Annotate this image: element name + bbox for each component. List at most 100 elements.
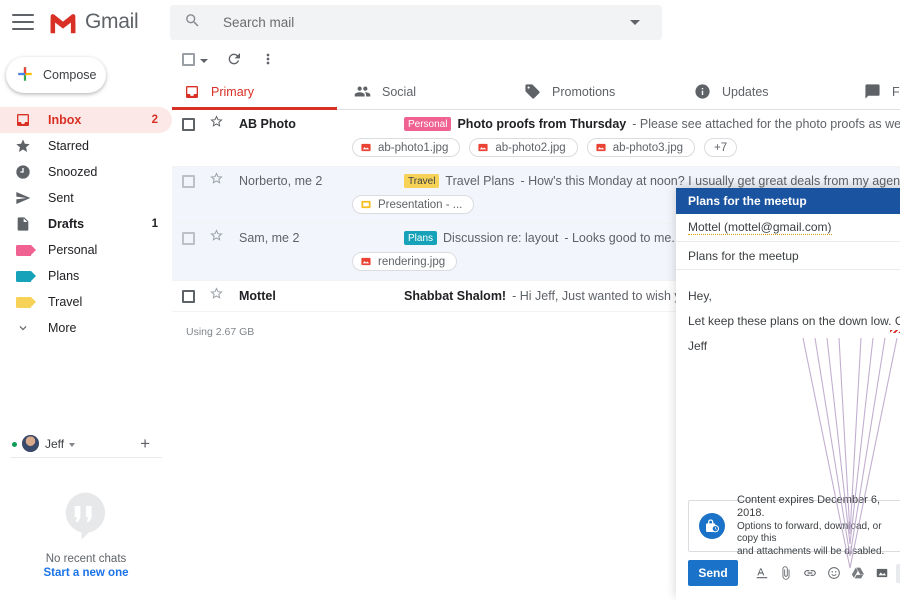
search-bar[interactable]: Search mail bbox=[170, 5, 662, 40]
search-input[interactable]: Search mail bbox=[223, 15, 630, 30]
attachment-chip[interactable]: ab-photo3.jpg bbox=[587, 138, 695, 157]
compose-title-bar[interactable]: Plans for the meetup bbox=[676, 188, 900, 214]
more-vertical-icon[interactable] bbox=[260, 51, 276, 67]
sidebar-item-count: 1 bbox=[152, 218, 158, 230]
star-icon[interactable] bbox=[209, 171, 225, 191]
attachment-chip[interactable]: ab-photo2.jpg bbox=[469, 138, 577, 157]
list-toolbar bbox=[172, 44, 900, 74]
google-drive-icon[interactable] bbox=[848, 564, 867, 583]
tab-primary[interactable]: Primary bbox=[172, 74, 342, 109]
confidential-mode-icon[interactable] bbox=[896, 564, 900, 583]
sidebar-item-more[interactable]: More bbox=[0, 315, 172, 341]
chevron-down-icon bbox=[14, 319, 32, 337]
hangouts-user-name: Jeff bbox=[45, 437, 64, 451]
image-file-icon bbox=[360, 256, 372, 267]
attachment-chip[interactable]: Presentation - ... bbox=[352, 195, 474, 214]
send-button[interactable]: Send bbox=[688, 560, 738, 586]
star-icon[interactable] bbox=[209, 114, 225, 134]
slides-file-icon bbox=[360, 199, 372, 210]
tab-label: F bbox=[892, 85, 900, 99]
sidebar-item-label: Starred bbox=[48, 139, 172, 153]
tab-label: Social bbox=[382, 85, 416, 99]
attachment-chip[interactable]: rendering.jpg bbox=[352, 252, 457, 271]
sidebar: Compose Inbox 2 Starred bbox=[0, 44, 172, 600]
sidebar-item-label: Travel bbox=[48, 295, 172, 309]
sidebar-item-plans[interactable]: Plans bbox=[0, 263, 172, 289]
compose-label: Compose bbox=[43, 68, 97, 82]
gmail-app: Gmail Search mail Compose bbox=[0, 0, 900, 600]
send-icon bbox=[14, 189, 32, 207]
row-checkbox[interactable] bbox=[182, 290, 195, 303]
attachment-chip[interactable]: ab-photo1.jpg bbox=[352, 138, 460, 157]
label-icon bbox=[14, 267, 32, 285]
sidebar-item-snoozed[interactable]: Snoozed bbox=[0, 159, 172, 185]
row-checkbox[interactable] bbox=[182, 118, 195, 131]
tab-promotions[interactable]: Promotions bbox=[512, 74, 682, 109]
sidebar-item-travel[interactable]: Travel bbox=[0, 289, 172, 315]
attach-file-icon[interactable] bbox=[776, 564, 795, 583]
select-all-checkbox[interactable] bbox=[182, 53, 195, 66]
compose-body-line: Let keep these plans on the down low. Ca… bbox=[688, 309, 900, 334]
star-icon bbox=[14, 137, 32, 155]
confidential-mode-banner: Content expires December 6, 2018. Option… bbox=[688, 500, 900, 552]
plus-icon bbox=[16, 65, 34, 86]
new-chat-plus-icon[interactable]: + bbox=[140, 435, 150, 452]
compose-subject-field[interactable]: Plans for the meetup bbox=[676, 242, 900, 270]
gmail-logo: Gmail bbox=[48, 10, 138, 34]
clock-icon bbox=[14, 163, 32, 181]
hangouts-bubble-icon bbox=[59, 488, 113, 547]
row-checkbox[interactable] bbox=[182, 175, 195, 188]
compose-body-line: Hey, bbox=[688, 284, 900, 309]
insert-link-icon[interactable] bbox=[800, 564, 819, 583]
compose-body[interactable]: Hey, Let keep these plans on the down lo… bbox=[676, 270, 900, 359]
sidebar-item-inbox[interactable]: Inbox 2 bbox=[0, 107, 172, 133]
email-subject: Shabbat Shalom! bbox=[404, 289, 506, 303]
chevron-down-icon[interactable] bbox=[69, 443, 75, 447]
hangouts-start-new-link[interactable]: Start a new one bbox=[44, 567, 129, 579]
attachment-name: ab-photo2.jpg bbox=[495, 142, 565, 154]
insert-photo-icon[interactable] bbox=[872, 564, 891, 583]
email-sender: Mottel bbox=[239, 289, 404, 303]
sidebar-item-label: Plans bbox=[48, 269, 172, 283]
compose-title: Plans for the meetup bbox=[688, 194, 807, 208]
tab-updates[interactable]: Updates bbox=[682, 74, 852, 109]
table-row[interactable]: AB Photo Personal Photo proofs from Thur… bbox=[172, 110, 900, 167]
sidebar-item-sent[interactable]: Sent bbox=[0, 185, 172, 211]
hangouts-panel: Jeff + No recent chats Start a new one bbox=[0, 430, 172, 600]
hamburger-menu-icon[interactable] bbox=[12, 14, 34, 30]
tab-label: Updates bbox=[722, 85, 769, 99]
compose-button[interactable]: Compose bbox=[6, 57, 106, 93]
tab-forums[interactable]: F bbox=[852, 74, 900, 109]
compose-window: Plans for the meetup Mottel (mottel@gmai… bbox=[676, 188, 900, 600]
refresh-icon[interactable] bbox=[226, 51, 242, 67]
attachment-chips: ab-photo1.jpg ab-photo2.jpg ab-photo3.jp… bbox=[172, 138, 900, 166]
compose-body-line: Jeff bbox=[688, 334, 900, 359]
tab-social[interactable]: Social bbox=[342, 74, 512, 109]
attachment-name: ab-photo1.jpg bbox=[378, 142, 448, 154]
sidebar-item-starred[interactable]: Starred bbox=[0, 133, 172, 159]
inbox-icon bbox=[14, 111, 32, 129]
inbox-tabs: Primary Social Promotions Updates F bbox=[172, 74, 900, 110]
star-icon[interactable] bbox=[209, 228, 225, 248]
email-sender: Norberto, me 2 bbox=[239, 174, 404, 188]
attachment-overflow-chip[interactable]: +7 bbox=[704, 138, 737, 157]
hangouts-empty-title: No recent chats bbox=[46, 553, 127, 565]
chevron-down-icon[interactable] bbox=[630, 20, 640, 25]
confidential-expiry-text: Content expires December 6, 2018. bbox=[737, 494, 880, 520]
compose-to-field[interactable]: Mottel (mottel@gmail.com) bbox=[676, 214, 900, 242]
format-text-icon[interactable] bbox=[752, 564, 771, 583]
confidential-options-text: Options to forward, download, or copy th… bbox=[737, 521, 882, 545]
star-icon[interactable] bbox=[209, 286, 225, 306]
emoji-icon[interactable] bbox=[824, 564, 843, 583]
info-icon bbox=[694, 83, 711, 100]
email-subject: Discussion re: layout bbox=[443, 231, 558, 245]
email-snippet: - How's this Monday at noon? I usually g… bbox=[520, 174, 900, 188]
sidebar-item-personal[interactable]: Personal bbox=[0, 237, 172, 263]
confidential-lock-clock-icon bbox=[699, 513, 725, 539]
email-subject: Photo proofs from Thursday bbox=[457, 117, 626, 131]
hangouts-user-row[interactable]: Jeff + bbox=[10, 430, 162, 458]
sidebar-item-drafts[interactable]: Drafts 1 bbox=[0, 211, 172, 237]
email-subject: Travel Plans bbox=[445, 174, 514, 188]
row-checkbox[interactable] bbox=[182, 232, 195, 245]
select-all-chevron-down-icon[interactable] bbox=[200, 59, 208, 63]
